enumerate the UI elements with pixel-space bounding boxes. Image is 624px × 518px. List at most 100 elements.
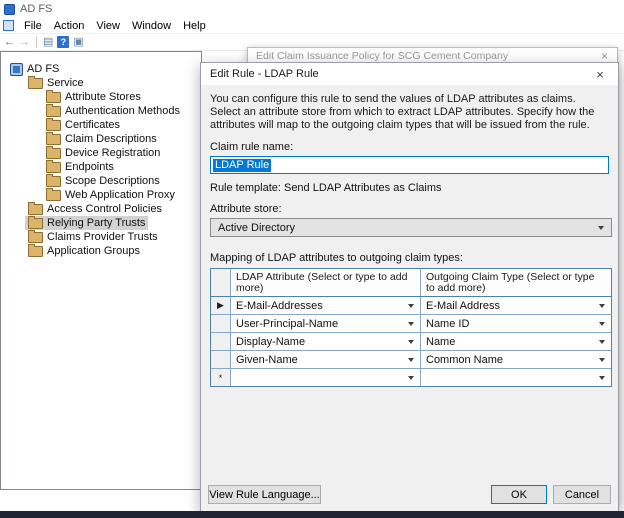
folder-icon: [46, 160, 61, 173]
console-window-icon: [3, 20, 14, 31]
folder-icon: [46, 174, 61, 187]
tree-item-label: Claim Descriptions: [65, 133, 157, 145]
edit-rule-dialog: Edit Rule - LDAP Rule × You can configur…: [200, 62, 619, 512]
tree-item-box[interactable]: Web Application Proxy: [43, 188, 178, 202]
menu-window[interactable]: Window: [126, 20, 177, 32]
cancel-button[interactable]: Cancel: [553, 485, 611, 504]
tree-item-box[interactable]: Authentication Methods: [43, 104, 183, 118]
tree-item-box[interactable]: Claims Provider Trusts: [25, 230, 161, 244]
toolbar-separator: [36, 36, 37, 48]
tree-item-access-control-policies[interactable]: Access Control Policies: [1, 202, 201, 216]
combo-value: Name ID: [426, 317, 470, 330]
chevron-down-icon: [598, 225, 604, 230]
chevron-down-icon[interactable]: [408, 375, 414, 380]
tree-item-box[interactable]: Service: [25, 76, 87, 90]
chevron-down-icon[interactable]: [599, 375, 605, 380]
chevron-down-icon[interactable]: [599, 321, 605, 326]
combo-value: Display-Name: [236, 335, 306, 348]
tree-item-device-registration[interactable]: Device Registration: [1, 146, 201, 160]
close-icon[interactable]: ×: [598, 49, 611, 63]
tree-item-service[interactable]: Service: [1, 76, 201, 90]
tree-item-relying-party-trusts[interactable]: Relying Party Trusts: [1, 216, 201, 230]
chevron-down-icon[interactable]: [599, 339, 605, 344]
menubar: File Action View Window Help: [0, 18, 624, 34]
chevron-down-icon[interactable]: [408, 321, 414, 326]
window-icon[interactable]: ▣: [73, 35, 83, 49]
tree-item-ad-fs[interactable]: AD FS: [1, 62, 201, 76]
folder-icon: [28, 202, 43, 215]
tree-item-application-groups[interactable]: Application Groups: [1, 244, 201, 258]
combo-value: E-Mail-Addresses: [236, 299, 323, 312]
adfs-app-icon: [4, 3, 15, 15]
combo-value: Common Name: [426, 353, 504, 366]
tree-item-box[interactable]: Certificates: [43, 118, 123, 132]
tree-item-box[interactable]: Endpoints: [43, 160, 117, 174]
outgoing-claim-combo[interactable]: [421, 369, 611, 386]
tree-item-label: AD FS: [27, 63, 60, 75]
tree-item-box[interactable]: Relying Party Trusts: [25, 216, 149, 230]
folder-icon: [46, 90, 61, 103]
outgoing-claim-combo[interactable]: Common Name: [421, 351, 611, 368]
folder-icon: [28, 76, 43, 89]
menu-help[interactable]: Help: [177, 20, 212, 32]
dialog-title: Edit Claim Issuance Policy for SCG Cemen…: [256, 49, 509, 62]
dialog-titlebar: Edit Claim Issuance Policy for SCG Cemen…: [248, 48, 617, 63]
mapping-row: *: [211, 369, 611, 386]
tree-item-attribute-stores[interactable]: Attribute Stores: [1, 90, 201, 104]
tree-item-web-application-proxy[interactable]: Web Application Proxy: [1, 188, 201, 202]
chevron-down-icon[interactable]: [408, 357, 414, 362]
mapping-grid-header: LDAP Attribute (Select or type to add mo…: [211, 269, 611, 297]
dialog-description: You can configure this rule to send the …: [210, 93, 595, 131]
attribute-store-select[interactable]: Active Directory: [210, 218, 612, 237]
chevron-down-icon[interactable]: [408, 339, 414, 344]
row-marker: ▶: [211, 297, 231, 314]
tree-item-box[interactable]: Access Control Policies: [25, 202, 165, 216]
menu-file[interactable]: File: [18, 20, 48, 32]
tree-item-label: Endpoints: [65, 161, 114, 173]
ldap-attribute-combo[interactable]: Display-Name: [231, 333, 421, 350]
back-icon[interactable]: ←: [4, 35, 15, 49]
attribute-store-value: Active Directory: [218, 221, 296, 234]
tree-item-claims-provider-trusts[interactable]: Claims Provider Trusts: [1, 230, 201, 244]
outgoing-claim-combo[interactable]: Name: [421, 333, 611, 350]
claim-rule-name-value: LDAP Rule: [213, 158, 272, 172]
forward-icon[interactable]: →: [19, 35, 30, 49]
ok-button[interactable]: OK: [491, 485, 547, 504]
ldap-attribute-combo[interactable]: Given-Name: [231, 351, 421, 368]
mapping-grid: LDAP Attribute (Select or type to add mo…: [210, 268, 612, 387]
folder-icon: [46, 146, 61, 159]
ldap-attribute-combo[interactable]: User-Principal-Name: [231, 315, 421, 332]
screen: AD FS File Action View Window Help ← → ▤…: [0, 0, 624, 518]
window-titlebar: AD FS: [0, 0, 624, 18]
chevron-down-icon[interactable]: [599, 303, 605, 308]
tree-item-box[interactable]: Claim Descriptions: [43, 132, 160, 146]
ldap-attribute-combo[interactable]: E-Mail-Addresses: [231, 297, 421, 314]
tree-item-box[interactable]: Device Registration: [43, 146, 163, 160]
show-tree-icon[interactable]: ▤: [43, 35, 53, 49]
tree-item-certificates[interactable]: Certificates: [1, 118, 201, 132]
view-rule-language-button[interactable]: View Rule Language...: [208, 485, 321, 504]
ldap-attribute-combo[interactable]: [231, 369, 421, 386]
tree-item-label: Device Registration: [65, 147, 161, 159]
menu-view[interactable]: View: [90, 20, 126, 32]
marker-header-cell: [211, 269, 231, 296]
tree-item-authentication-methods[interactable]: Authentication Methods: [1, 104, 201, 118]
tree-item-box[interactable]: Scope Descriptions: [43, 174, 163, 188]
help-icon[interactable]: ?: [57, 36, 70, 48]
chevron-down-icon[interactable]: [599, 357, 605, 362]
row-marker: [211, 351, 231, 368]
tree-item-box[interactable]: AD FS: [7, 62, 62, 76]
outgoing-claim-combo[interactable]: E-Mail Address: [421, 297, 611, 314]
tree-item-endpoints[interactable]: Endpoints: [1, 160, 201, 174]
tree-item-box[interactable]: Attribute Stores: [43, 90, 144, 104]
chevron-down-icon[interactable]: [408, 303, 414, 308]
menu-action[interactable]: Action: [48, 20, 91, 32]
mapping-row: User-Principal-Name Name ID: [211, 315, 611, 333]
close-icon[interactable]: ×: [586, 67, 614, 82]
outgoing-claim-combo[interactable]: Name ID: [421, 315, 611, 332]
tree-item-scope-descriptions[interactable]: Scope Descriptions: [1, 174, 201, 188]
claim-rule-name-input[interactable]: LDAP Rule: [210, 156, 609, 174]
tree-item-box[interactable]: Application Groups: [25, 244, 143, 258]
tree-item-label: Scope Descriptions: [65, 175, 160, 187]
tree-item-claim-descriptions[interactable]: Claim Descriptions: [1, 132, 201, 146]
